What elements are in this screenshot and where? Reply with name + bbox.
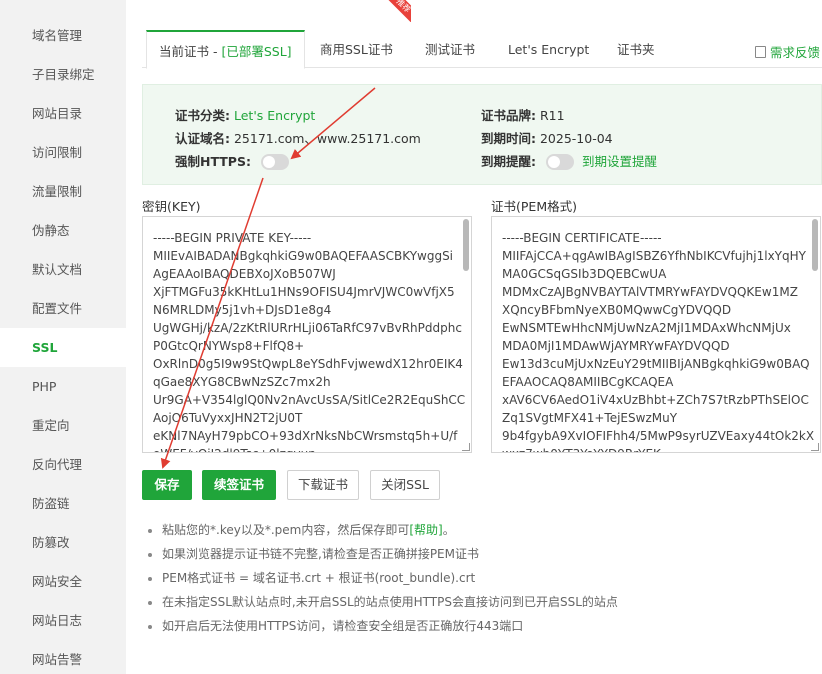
cert-scrollbar[interactable] bbox=[812, 219, 818, 271]
force-https-row: 强制HTTPS: bbox=[175, 151, 289, 170]
sidebar-item-site-security[interactable]: 网站安全 bbox=[0, 562, 126, 601]
site-settings-sidebar: 域名管理 子目录绑定 网站目录 访问限制 流量限制 伪静态 默认文档 配置文件 … bbox=[0, 0, 126, 674]
download-cert-button[interactable]: 下载证书 bbox=[287, 470, 359, 500]
note-item: 在未指定SSL默认站点时,未开启SSL的站点使用HTTPS会直接访问到已开启SS… bbox=[148, 590, 618, 614]
sidebar-item-tamper[interactable]: 防篡改 bbox=[0, 523, 126, 562]
cert-category-value: Let's Encrypt bbox=[233, 108, 316, 123]
key-label: 密钥(KEY) bbox=[142, 199, 201, 214]
tab-cert-folder[interactable]: 证书夹 bbox=[617, 30, 655, 68]
note-item: 如果浏览器提示证书链不完整,请检查是否正确拼接PEM证书 bbox=[148, 542, 618, 566]
recommend-ribbon-label: 推荐 bbox=[384, 0, 411, 22]
sidebar-item-reverse-proxy[interactable]: 反向代理 bbox=[0, 445, 126, 484]
expire-remind-link[interactable]: 到期设置提醒 bbox=[582, 154, 657, 169]
cert-expire-row: 到期时间: 2025-10-04 bbox=[481, 128, 613, 147]
sidebar-item-default-doc[interactable]: 默认文档 bbox=[0, 250, 126, 289]
sidebar-item-hotlink[interactable]: 防盗链 bbox=[0, 484, 126, 523]
cert-domains-row: 认证域名: 25171.com、www.25171.com bbox=[175, 128, 421, 147]
ssl-notes-list: 粘贴您的*.key以及*.pem内容，然后保存即可[帮助]。 如果浏览器提示证书… bbox=[148, 518, 618, 638]
feedback-link[interactable]: 需求反馈 bbox=[755, 42, 820, 61]
cert-brand-value: R11 bbox=[539, 108, 565, 123]
tab-current-cert-label: 当前证书 - bbox=[159, 44, 222, 59]
sidebar-item-access-limit[interactable]: 访问限制 bbox=[0, 133, 126, 172]
tab-lets-encrypt[interactable]: Let's Encrypt bbox=[508, 30, 589, 68]
save-button[interactable]: 保存 bbox=[142, 470, 192, 500]
close-ssl-button[interactable]: 关闭SSL bbox=[370, 470, 440, 500]
force-https-toggle[interactable] bbox=[260, 154, 289, 170]
cert-category-label: 证书分类: bbox=[175, 108, 230, 123]
sidebar-item-rewrite[interactable]: 伪静态 bbox=[0, 211, 126, 250]
sidebar-item-ssl[interactable]: SSL bbox=[0, 328, 126, 367]
renew-cert-button[interactable]: 续签证书 bbox=[202, 470, 276, 500]
ssl-deployed-status: [已部署SSL] bbox=[221, 44, 292, 59]
expire-remind-row: 到期提醒: 到期设置提醒 bbox=[481, 151, 657, 170]
cert-domains-label: 认证域名: bbox=[175, 131, 230, 146]
edit-icon bbox=[755, 46, 766, 58]
note-item: PEM格式证书 = 域名证书.crt + 根证书(root_bundle).cr… bbox=[148, 566, 618, 590]
note-paste-text: 粘贴您的*.key以及*.pem内容，然后保存即可 bbox=[162, 523, 410, 537]
cert-resize-handle[interactable] bbox=[811, 443, 819, 451]
cert-content: -----BEGIN CERTIFICATE----- MIIFAjCCA+qg… bbox=[502, 231, 815, 452]
cert-brand-label: 证书品牌: bbox=[481, 108, 536, 123]
cert-domains-value: 25171.com、www.25171.com bbox=[233, 131, 421, 146]
tab-test-cert[interactable]: 测试证书 bbox=[425, 30, 475, 68]
sidebar-item-site-log[interactable]: 网站日志 bbox=[0, 601, 126, 640]
sidebar-item-config-file[interactable]: 配置文件 bbox=[0, 289, 126, 328]
feedback-label: 需求反馈 bbox=[770, 45, 821, 60]
recommend-ribbon: 推荐 bbox=[383, 0, 411, 22]
ssl-tab-bar: 当前证书 - [已部署SSL] 商用SSL证书 测试证书 Let's Encry… bbox=[142, 30, 822, 69]
key-scrollbar[interactable] bbox=[463, 219, 469, 271]
ssl-settings-panel: 域名管理 子目录绑定 网站目录 访问限制 流量限制 伪静态 默认文档 配置文件 … bbox=[0, 0, 822, 674]
cert-expire-value: 2025-10-04 bbox=[539, 131, 613, 146]
cert-brand-row: 证书品牌: R11 bbox=[481, 105, 565, 124]
sidebar-item-site-dir[interactable]: 网站目录 bbox=[0, 94, 126, 133]
note-item: 如开启后无法使用HTTPS访问，请检查安全组是否正确放行443端口 bbox=[148, 614, 618, 638]
force-https-label: 强制HTTPS: bbox=[175, 154, 251, 169]
sidebar-item-domain[interactable]: 域名管理 bbox=[0, 16, 126, 55]
cert-textarea[interactable]: -----BEGIN CERTIFICATE----- MIIFAjCCA+qg… bbox=[491, 216, 821, 453]
key-content: -----BEGIN PRIVATE KEY----- MIIEvAIBADAN… bbox=[153, 231, 466, 452]
tab-commercial-ssl[interactable]: 商用SSL证书 bbox=[320, 30, 393, 68]
cert-expire-label: 到期时间: bbox=[481, 131, 536, 146]
sidebar-item-traffic-limit[interactable]: 流量限制 bbox=[0, 172, 126, 211]
cert-category-row: 证书分类: Let's Encrypt bbox=[175, 105, 315, 124]
sidebar-item-redirect[interactable]: 重定向 bbox=[0, 406, 126, 445]
note-item: 粘贴您的*.key以及*.pem内容，然后保存即可[帮助]。 bbox=[148, 518, 618, 542]
sidebar-item-site-alert[interactable]: 网站告警 bbox=[0, 640, 126, 674]
expire-remind-toggle[interactable] bbox=[545, 154, 574, 170]
cert-label: 证书(PEM格式) bbox=[491, 199, 577, 214]
sidebar-item-php[interactable]: PHP bbox=[0, 367, 126, 406]
cert-info-box: 证书分类: Let's Encrypt 认证域名: 25171.com、www.… bbox=[142, 84, 822, 185]
key-resize-handle[interactable] bbox=[462, 443, 470, 451]
expire-remind-label: 到期提醒: bbox=[481, 154, 536, 169]
tab-current-cert[interactable]: 当前证书 - [已部署SSL] bbox=[146, 30, 305, 69]
help-link[interactable]: [帮助] bbox=[409, 523, 442, 537]
sidebar-item-subdir[interactable]: 子目录绑定 bbox=[0, 55, 126, 94]
key-textarea[interactable]: -----BEGIN PRIVATE KEY----- MIIEvAIBADAN… bbox=[142, 216, 472, 453]
note-paste-end: 。 bbox=[442, 523, 455, 537]
